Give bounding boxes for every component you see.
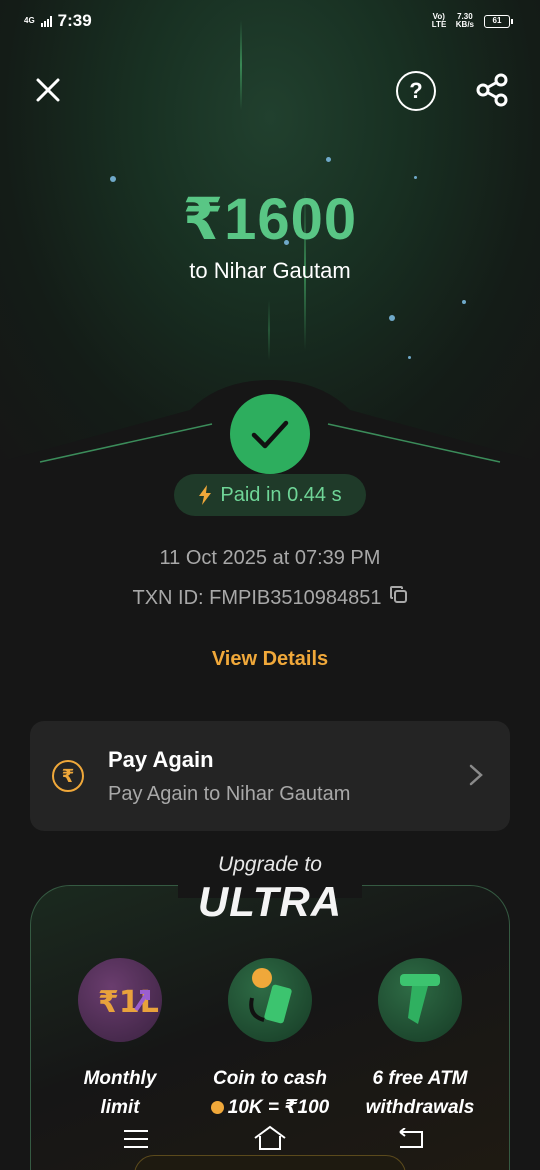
copy-button[interactable] [389, 586, 408, 610]
paid-time-badge: Paid in 0.44 s [174, 474, 366, 516]
payment-amount: ₹1600 [182, 187, 358, 252]
monthly-limit-icon: ₹1L [78, 958, 162, 1042]
menu-icon[interactable] [122, 1128, 150, 1150]
transaction-id-row: TXN ID: FMPIB3510984851 [0, 586, 540, 610]
paid-time-label: Paid in 0.44 s [220, 483, 342, 506]
clock: 7:39 [57, 11, 92, 30]
feature-atm-withdrawals: 6 free ATM withdrawals [365, 1068, 475, 1118]
pay-again-card[interactable]: ₹ Pay Again Pay Again to Nihar Gautam [30, 721, 510, 831]
transaction-id: TXN ID: FMPIB3510984851 [132, 586, 382, 609]
battery-icon: 61 [484, 14, 513, 28]
pay-again-title: Pay Again [108, 747, 214, 772]
close-icon [36, 78, 60, 102]
share-button[interactable] [474, 72, 510, 108]
signal-icon [40, 15, 52, 27]
check-icon [251, 420, 289, 449]
chevron-right-icon [469, 764, 483, 786]
ultra-title: ULTRA [197, 878, 343, 925]
help-icon: ? [409, 78, 423, 103]
help-button[interactable]: ? [396, 71, 436, 111]
lightning-icon [199, 485, 212, 505]
pay-again-subtitle: Pay Again to Nihar Gautam [108, 783, 351, 805]
share-icon [476, 73, 508, 107]
system-nav-bar [0, 1120, 540, 1160]
rupee-icon: ₹ [52, 760, 84, 792]
feature-coin-to-cash: Coin to cash 10K = ₹100 [190, 1064, 350, 1122]
back-icon[interactable] [396, 1128, 426, 1150]
transaction-datetime: 11 Oct 2025 at 07:39 PM [159, 547, 381, 569]
copy-icon [389, 586, 407, 603]
coin-icon [210, 1101, 224, 1114]
status-bar: 4G 7:39 Vo) LTE 7.30 KB/s 61 [0, 0, 540, 42]
close-button[interactable] [32, 74, 64, 106]
payment-recipient: to Nihar Gautam [189, 258, 351, 283]
feature-monthly-limit: Monthly limit [83, 1068, 157, 1118]
success-check [230, 394, 310, 474]
atm-icon [378, 958, 462, 1042]
upgrade-to-label: Upgrade to [218, 853, 322, 876]
volte-indicator: Vo) LTE [431, 12, 447, 29]
coin-cash-icon [228, 958, 312, 1042]
home-icon[interactable] [252, 1124, 288, 1152]
network-speed: 7.30 KB/s [455, 12, 474, 29]
view-details-link[interactable]: View Details [0, 648, 540, 671]
network-type: 4G [24, 16, 35, 25]
